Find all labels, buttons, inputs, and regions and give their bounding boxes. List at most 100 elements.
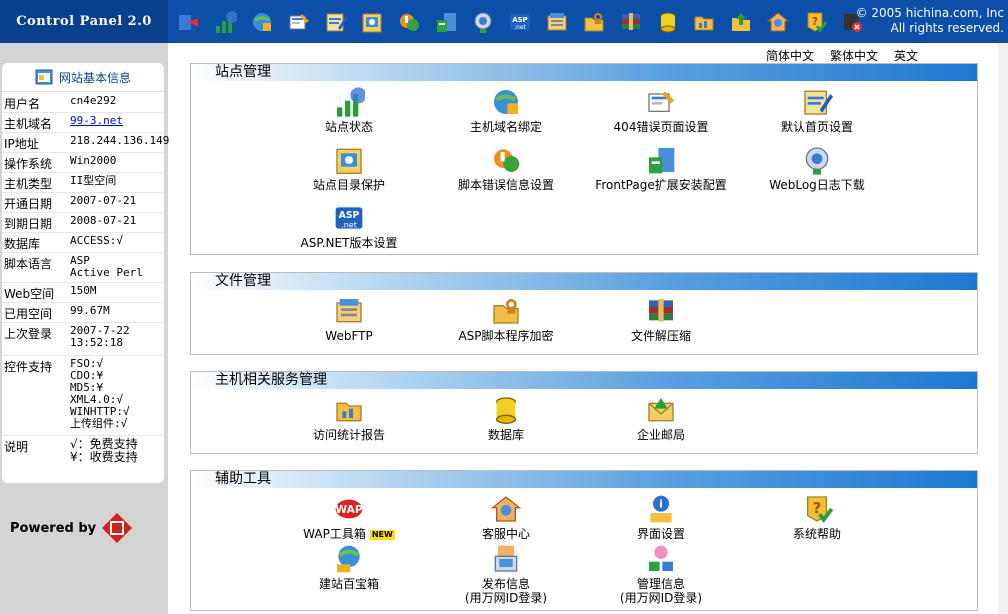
toolbar-button-asp-encrypt[interactable] — [580, 8, 608, 36]
toolbar-button-frontpage[interactable] — [432, 8, 460, 36]
item-label-text: 企业邮局 — [636, 428, 685, 442]
item-asp-encrypt[interactable]: ASP脚本程序加密 — [431, 295, 581, 343]
toolbar-button-database[interactable] — [654, 8, 682, 36]
item-toolbox[interactable]: 建站百宝箱 — [274, 543, 424, 591]
item-interface[interactable]: i 界面设置 — [586, 493, 736, 541]
toolbar-button-dir-protect[interactable] — [358, 8, 386, 36]
item-label: WebLog日志下载 — [742, 178, 892, 192]
item-stats[interactable]: 访问统计报告 — [274, 394, 424, 442]
copyright-line2: All rights reserved. — [890, 21, 1005, 35]
item-label-text: 系统帮助 — [792, 527, 841, 541]
item-database[interactable]: 数据库 — [431, 394, 581, 442]
item-label-text: 数据库 — [487, 428, 524, 442]
info-key: 到期日期 — [4, 217, 53, 231]
row-separator — [2, 282, 164, 283]
item-label-text: 站点目录保护 — [312, 178, 385, 192]
item-aspnet[interactable]: ASP .net ASP.NET版本设置 — [274, 202, 424, 250]
info-value: 2007-07-21 — [70, 194, 137, 207]
info-key: 主机类型 — [4, 177, 53, 191]
unzip-icon — [619, 10, 643, 34]
toolbar-button-script-error[interactable] — [395, 8, 423, 36]
home-page-icon — [801, 86, 833, 118]
toolbar-button-help[interactable]: ? — [801, 8, 829, 36]
item-frontpage[interactable]: FrontPage扩展安装配置 — [586, 144, 736, 192]
lang-option-0[interactable]: 简体中文 — [766, 47, 814, 64]
copyright-line1: © 2005 hichina.com, Inc — [855, 6, 1004, 20]
item-label-text: 脚本错误信息设置 — [457, 178, 554, 192]
item-help[interactable]: ? 系统帮助 — [742, 493, 892, 541]
item-domain-bind[interactable]: 主机域名绑定 — [431, 86, 581, 134]
site-status-icon — [213, 10, 238, 34]
row-separator — [2, 192, 164, 193]
item-unzip[interactable]: 文件解压缩 — [586, 295, 736, 343]
item-publish[interactable]: 发布信息 (用万网ID登录) — [431, 543, 581, 605]
info-key: IP地址 — [4, 137, 39, 151]
item-label-text: 访问统计报告 — [312, 428, 385, 442]
mail-icon — [645, 394, 677, 426]
copyright: © 2005 hichina.com, Inc All rights reser… — [856, 6, 1004, 36]
script-error-icon — [397, 10, 421, 34]
toolbar-button-stats[interactable] — [690, 8, 718, 36]
item-customer-service[interactable]: 客服中心 — [431, 493, 581, 541]
lang-option-2[interactable]: 英文 — [894, 47, 918, 64]
item-dir-protect[interactable]: 站点目录保护 — [274, 144, 424, 192]
site-info-panel: 网站基本信息 用户名 cn4e292 主机域名 99-3.net IP地址 218.244… — [2, 63, 169, 483]
toolbar-button-customer-service[interactable] — [764, 8, 792, 36]
hichina-logo — [102, 513, 133, 543]
toolbar-button-site-status[interactable] — [211, 8, 239, 36]
domain-bind-icon — [490, 86, 522, 118]
item-label-text: ASP脚本程序加密 — [458, 329, 554, 343]
asp-encrypt-icon — [582, 10, 606, 34]
scrollbar[interactable] — [998, 43, 1008, 614]
info-value: II型空间 — [70, 174, 117, 187]
item-label-text: 客服中心 — [481, 527, 530, 541]
item-label-text: ASP.NET版本设置 — [300, 236, 398, 250]
item-label: 站点目录保护 — [274, 178, 424, 192]
item-wap[interactable]: WAP WAP工具箱 NEW — [274, 493, 424, 541]
toolbar-button-weblog[interactable] — [469, 8, 497, 36]
row-separator — [2, 232, 164, 233]
exit-icon — [176, 10, 200, 34]
info-key: 脚本语言 — [4, 257, 53, 271]
stats-icon — [333, 394, 365, 426]
toolbar-button-webftp[interactable] — [543, 8, 571, 36]
site-info-header: 网站基本信息 — [2, 63, 164, 92]
lang-option-1[interactable]: 繁体中文 — [830, 47, 878, 64]
asp-encrypt-icon — [490, 295, 522, 327]
toolbar-button-exit[interactable] — [174, 8, 202, 36]
info-value: 2007-7-22 13:52:18 — [70, 324, 130, 349]
row-separator — [2, 252, 164, 253]
item-site-status[interactable]: 站点状态 — [274, 86, 424, 134]
row-separator — [2, 132, 164, 133]
toolbar-button-error-page[interactable] — [285, 8, 313, 36]
item-home-page[interactable]: 默认首页设置 — [742, 86, 892, 134]
item-script-error[interactable]: 脚本错误信息设置 — [431, 144, 581, 192]
item-error-page[interactable]: 404错误页面设置 — [586, 86, 736, 134]
info-key: 操作系统 — [4, 157, 53, 171]
svg-text:.net: .net — [341, 220, 357, 229]
sidebar: 网站基本信息 用户名 cn4e292 主机域名 99-3.net IP地址 218.244… — [0, 43, 169, 614]
item-webftp[interactable]: WebFTP — [274, 295, 424, 343]
item-label: 站点状态 — [274, 120, 424, 134]
toolbar-button-upload[interactable] — [727, 8, 755, 36]
section-1: 文件管理 WebFTP ASP脚本程序加密 文件解压缩 — [190, 272, 978, 355]
item-label: 管理信息 (用万网ID登录) — [586, 577, 736, 605]
toolbar-button-aspnet[interactable]: ASP .net — [506, 8, 534, 36]
item-label: 脚本错误信息设置 — [431, 178, 581, 192]
toolbar-button-unzip[interactable] — [617, 8, 645, 36]
toolbar-button-home-page[interactable] — [322, 8, 350, 36]
info-key: 上次登录 — [4, 327, 53, 341]
toolbar-button-domain-bind[interactable] — [248, 8, 276, 36]
svg-text:i: i — [659, 498, 663, 511]
new-badge: NEW — [369, 529, 395, 540]
aspnet-icon: ASP .net — [508, 10, 532, 34]
item-label: 客服中心 — [431, 527, 581, 541]
item-mail[interactable]: 企业邮局 — [586, 394, 736, 442]
info-value: ACCESS:√ — [70, 234, 123, 247]
item-label-text: 发布信息 (用万网ID登录) — [464, 577, 548, 605]
item-weblog[interactable]: WebLog日志下载 — [742, 144, 892, 192]
item-manage[interactable]: 管理信息 (用万网ID登录) — [586, 543, 736, 605]
host-domain-link[interactable]: 99-3.net — [70, 114, 123, 127]
item-label: 系统帮助 — [742, 527, 892, 541]
interface-icon: i — [645, 493, 677, 525]
